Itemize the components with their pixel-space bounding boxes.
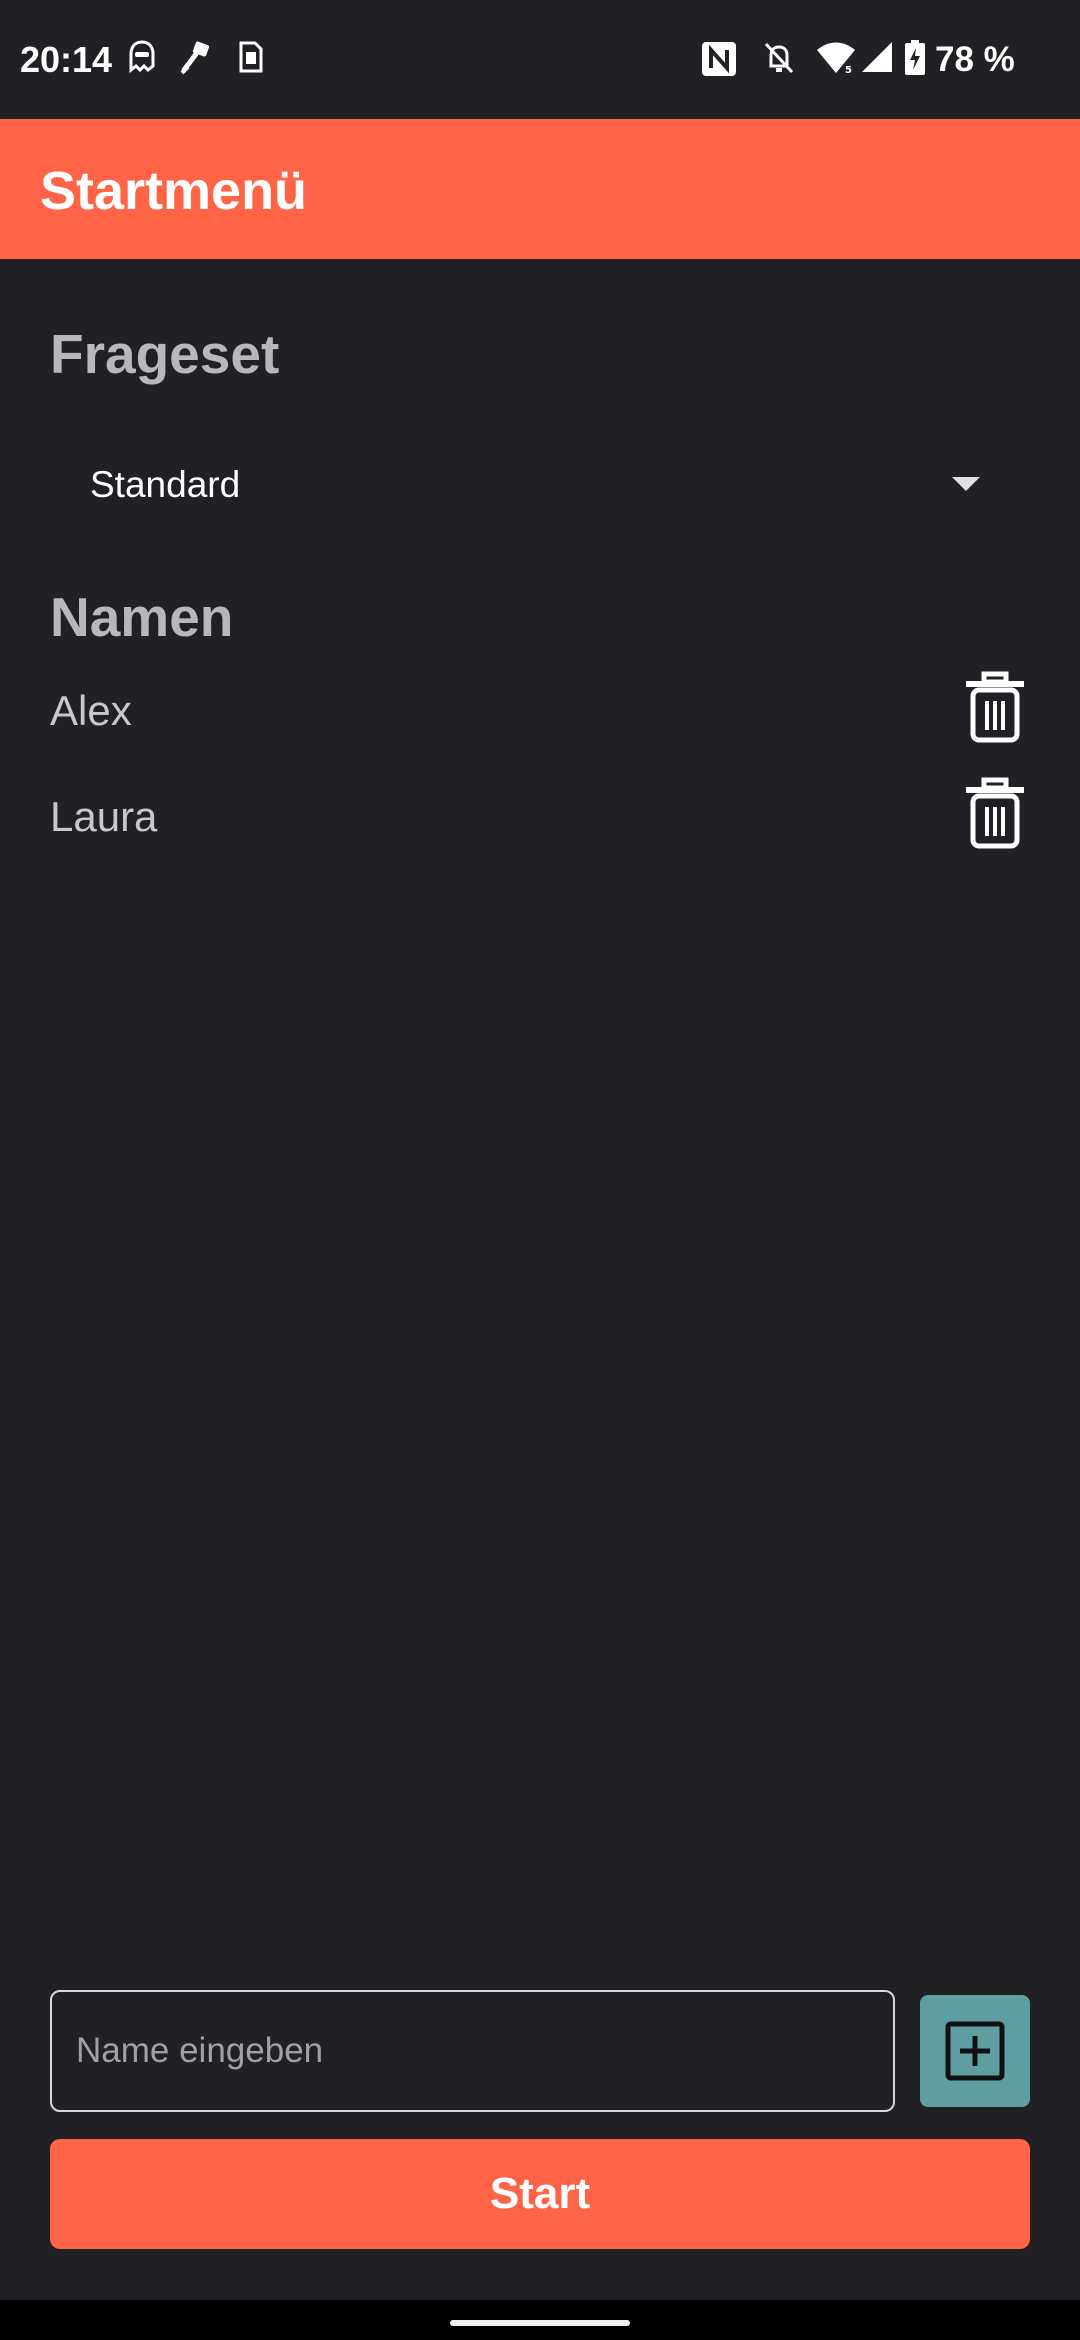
question-set-dropdown[interactable]: Standard [60,445,1010,525]
name-list-item: Alex [50,668,1030,758]
status-time: 20:14 [20,39,113,80]
name-input[interactable] [50,1990,895,2112]
name-label: Laura [50,793,158,840]
page-title: Startmenü [40,161,308,221]
signal-icon [862,42,892,72]
question-set-selected: Standard [90,464,241,505]
add-name-button[interactable] [920,1995,1030,2107]
bell-off-icon [764,42,794,74]
battery-charging-icon [905,40,925,75]
svg-text:5: 5 [845,65,852,76]
names-heading: Namen [50,586,234,648]
trash-icon[interactable] [960,668,1030,748]
battery-percent: 78 % [935,40,1015,79]
dropdown-arrow-icon [952,477,980,491]
app-screen: 20:14 5 78 % Startmenü Frageset Standard… [0,0,1080,2340]
sim-card-icon [239,41,263,73]
wifi-icon: 5 [817,42,855,76]
ghost-icon [129,40,155,74]
navigation-bar [0,2300,1080,2340]
question-set-heading: Frageset [50,323,280,385]
nfc-icon [702,42,736,76]
status-bar: 20:14 5 78 % [0,0,1080,119]
paint-roller-icon [180,41,210,75]
trash-icon[interactable] [960,774,1030,854]
start-button[interactable]: Start [50,2139,1030,2249]
home-gesture-handle[interactable] [450,2320,630,2326]
name-label: Alex [50,687,132,734]
name-list-item: Laura [50,774,1030,864]
app-bar: Startmenü [0,119,1080,259]
plus-square-icon [945,2021,1005,2081]
